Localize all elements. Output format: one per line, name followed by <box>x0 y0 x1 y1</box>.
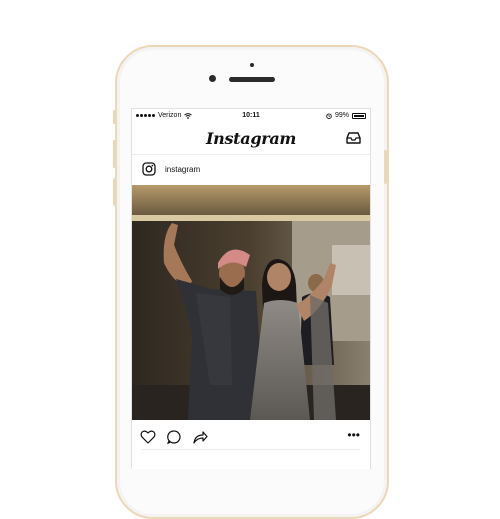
power-button <box>384 150 387 184</box>
post-actions: ••• <box>132 425 370 447</box>
status-bar: Verizon 10:11 99% <box>132 109 370 123</box>
comment-icon[interactable] <box>166 429 182 445</box>
divider <box>142 449 360 450</box>
instagram-camera-icon[interactable] <box>142 162 156 176</box>
phone-sensor <box>250 63 254 67</box>
post-username[interactable]: instagram <box>165 165 200 174</box>
alarm-icon <box>326 112 332 119</box>
volume-up-button <box>113 140 116 168</box>
phone-screen: Verizon 10:11 99% Instagram instagram ••… <box>131 108 371 469</box>
status-right: 99% <box>326 112 366 119</box>
heart-icon[interactable] <box>140 429 156 445</box>
instagram-logo: Instagram <box>205 129 297 148</box>
front-camera <box>209 75 216 82</box>
share-icon[interactable] <box>192 429 208 445</box>
battery-icon <box>352 112 366 119</box>
battery-percent: 99% <box>334 112 349 119</box>
volume-down-button <box>113 178 116 206</box>
mute-switch <box>113 110 116 124</box>
post-photo[interactable] <box>132 185 370 420</box>
app-header: Instagram <box>132 124 370 155</box>
inbox-icon[interactable] <box>346 132 361 144</box>
phone-speaker <box>229 77 275 82</box>
post-header: instagram <box>132 155 370 185</box>
photo-image <box>132 185 370 420</box>
more-options-button[interactable]: ••• <box>347 428 360 442</box>
